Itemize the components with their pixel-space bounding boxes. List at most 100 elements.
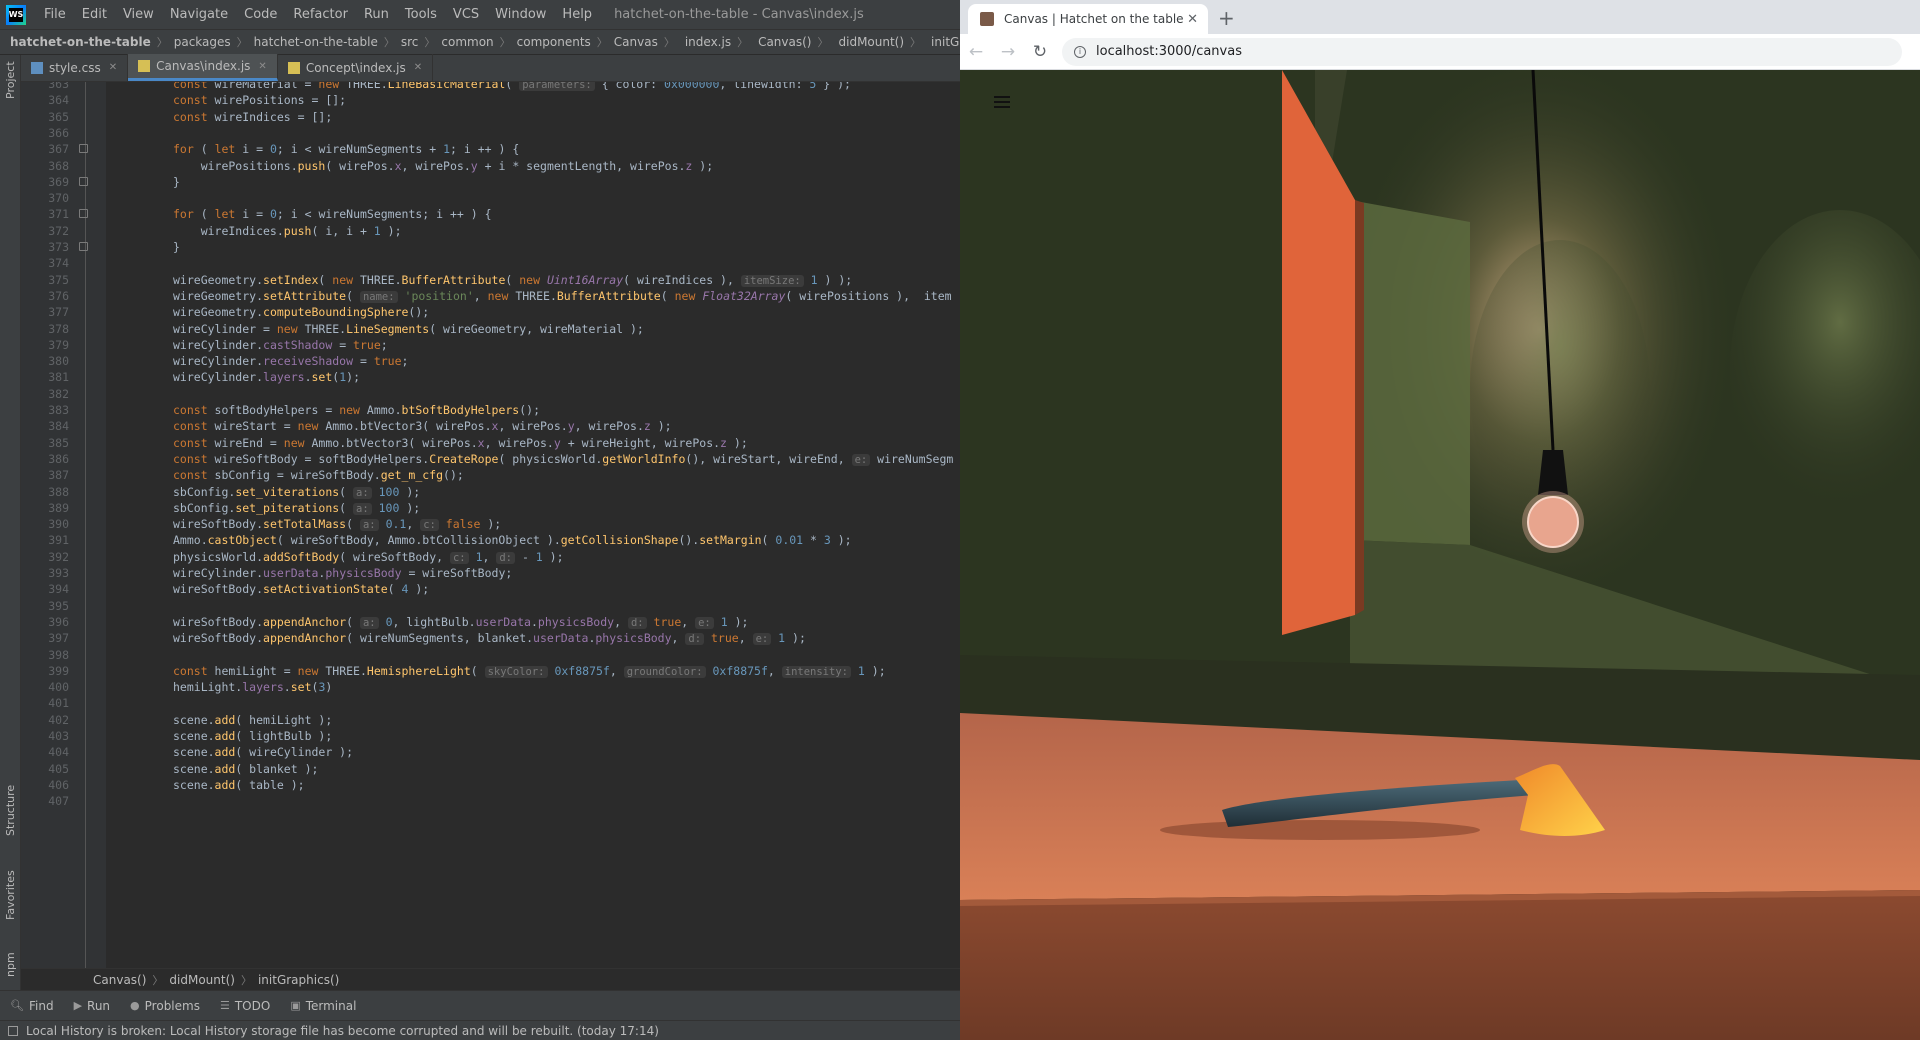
code-line[interactable]: 407 [21, 791, 960, 811]
door-edge [1355, 200, 1364, 615]
tool-window-label: Run [87, 998, 111, 1013]
fold-marker-icon[interactable] [79, 144, 88, 154]
fold-marker-icon[interactable] [79, 242, 88, 251]
menu-tools[interactable]: Tools [397, 7, 445, 22]
tool-window-todo[interactable]: ☰ TODO [220, 999, 270, 1013]
favicon-icon [980, 12, 994, 26]
light-bulb [1527, 496, 1579, 548]
editor-tabs: style.css ✕ Canvas\index.js ✕ Concept\in… [21, 54, 960, 82]
fold-marker-icon[interactable] [79, 176, 88, 186]
status-toggle-icon[interactable] [8, 1025, 18, 1036]
close-icon[interactable]: ✕ [109, 62, 117, 73]
window-title: hatchet-on-the-table - Canvas\index.js [614, 7, 864, 22]
tool-tab-npm[interactable]: npm [0, 945, 21, 985]
terminal-icon: ▣ [290, 999, 301, 1012]
browser-tab[interactable]: Canvas | Hatchet on the table ✕ [968, 4, 1208, 34]
breadcrumb-function-canvas[interactable]: Canvas() [758, 35, 811, 49]
table-front [960, 890, 1920, 1040]
hatchet-shadow [1160, 820, 1480, 840]
browser-window: Canvas | Hatchet on the table ✕ + ← → ↻ … [960, 0, 1920, 1040]
breadcrumb-components[interactable]: components [517, 35, 591, 49]
js-file-icon [138, 60, 151, 72]
editor-breadcrumb: Canvas() 〉 didMount() 〉 initGraphics() [21, 968, 960, 990]
menu-file[interactable]: File [36, 7, 74, 22]
editor-crumb-didmount[interactable]: didMount() [169, 973, 235, 987]
close-icon[interactable]: ✕ [414, 62, 422, 73]
menu-code[interactable]: Code [236, 7, 285, 22]
chevron-right-icon: 〉 [240, 973, 252, 987]
breadcrumb-packages[interactable]: packages [174, 35, 231, 49]
url-input[interactable]: i localhost:3000/canvas [1062, 37, 1902, 66]
breadcrumb-function-initgraphics[interactable]: initGraphics() [931, 35, 960, 49]
address-bar-row: ← → ↻ i localhost:3000/canvas [960, 34, 1920, 70]
info-icon[interactable]: i [1074, 45, 1086, 58]
webstorm-logo-icon: WS [6, 4, 26, 25]
url-text: localhost:3000/canvas [1096, 44, 1242, 59]
reload-icon[interactable]: ↻ [1024, 42, 1056, 62]
code-editor[interactable]: 363 const wireMaterial = new THREE.LineBa… [21, 82, 960, 968]
scene-illustration [960, 70, 1920, 1040]
breadcrumb-src[interactable]: src [401, 35, 419, 49]
editor-crumb-initgraphics[interactable]: initGraphics() [258, 973, 339, 987]
tab-label: Canvas\index.js [156, 59, 251, 73]
chevron-right-icon: 〉 [499, 36, 511, 49]
back-arrow-icon[interactable]: ← [960, 42, 992, 62]
tab-style-css[interactable]: style.css ✕ [21, 54, 129, 81]
tool-tab-favorites[interactable]: Favorites [0, 860, 21, 930]
menu-edit[interactable]: Edit [74, 7, 115, 22]
search-icon: 🔍︎ [10, 999, 24, 1012]
chevron-right-icon: 〉 [236, 36, 248, 49]
menu-refactor[interactable]: Refactor [285, 7, 356, 22]
chevron-right-icon: 〉 [156, 36, 168, 49]
menu-help[interactable]: Help [554, 7, 600, 22]
new-tab-button[interactable]: + [1218, 6, 1235, 30]
menu-window[interactable]: Window [487, 7, 554, 22]
tool-window-label: Terminal [305, 998, 357, 1013]
webgl-canvas[interactable] [960, 70, 1920, 1040]
breadcrumb-package[interactable]: hatchet-on-the-table [254, 35, 378, 49]
menu-run[interactable]: Run [356, 7, 397, 22]
tab-label: style.css [49, 60, 101, 75]
tab-label: Concept\index.js [305, 60, 406, 75]
forward-arrow-icon[interactable]: → [992, 42, 1024, 62]
fold-marker-icon[interactable] [79, 209, 88, 219]
breadcrumb-project[interactable]: hatchet-on-the-table [10, 35, 151, 49]
close-icon[interactable]: ✕ [258, 61, 266, 72]
door-light-patch [1350, 200, 1470, 545]
js-file-icon [287, 61, 300, 74]
chevron-right-icon: 〉 [817, 36, 829, 49]
bulb-socket [1538, 450, 1568, 495]
breadcrumb-file[interactable]: index.js [685, 35, 731, 49]
tab-concept-index-js[interactable]: Concept\index.js ✕ [278, 54, 434, 81]
tool-window-find[interactable]: 🔍︎ Find [10, 999, 54, 1013]
line-number: 407 [48, 794, 69, 809]
tool-window-terminal[interactable]: ▣ Terminal [290, 999, 356, 1013]
breadcrumb-canvas[interactable]: Canvas [614, 35, 658, 49]
ide-window: WS File Edit View Navigate Code Refactor… [0, 0, 960, 1040]
tool-window-run[interactable]: ▶ Run [74, 999, 110, 1013]
close-icon[interactable]: ✕ [1187, 12, 1198, 27]
menu-view[interactable]: View [115, 7, 162, 22]
chevron-right-icon: 〉 [737, 36, 749, 49]
menu-bar: WS File Edit View Navigate Code Refactor… [0, 0, 960, 30]
browser-tab-title: Canvas | Hatchet on the table [1004, 12, 1184, 26]
tool-window-problems[interactable]: ● Problems [130, 999, 200, 1013]
tool-tab-project[interactable]: Project [0, 55, 21, 105]
breadcrumb-common[interactable]: common [441, 35, 493, 49]
tool-tab-structure[interactable]: Structure [0, 775, 21, 845]
chevron-right-icon: 〉 [152, 973, 164, 987]
tool-window-label: Find [28, 998, 54, 1013]
hamburger-menu-icon[interactable] [994, 96, 1010, 108]
tool-window-label: Problems [144, 998, 200, 1013]
breadcrumb-method-didmount[interactable]: didMount() [839, 35, 905, 49]
tab-canvas-index-js[interactable]: Canvas\index.js ✕ [128, 54, 278, 81]
menu-navigate[interactable]: Navigate [162, 7, 236, 22]
chevron-right-icon: 〉 [663, 36, 675, 49]
chevron-right-icon: 〉 [383, 36, 395, 49]
play-icon: ▶ [73, 999, 83, 1012]
editor-crumb-canvas[interactable]: Canvas() [93, 973, 146, 987]
tool-window-label: TODO [234, 998, 271, 1013]
breadcrumb: hatchet-on-the-table 〉 packages 〉 hatchet-… [0, 30, 960, 55]
menu-vcs[interactable]: VCS [445, 7, 487, 22]
status-bar: Local History is broken: Local History s… [0, 1020, 960, 1040]
